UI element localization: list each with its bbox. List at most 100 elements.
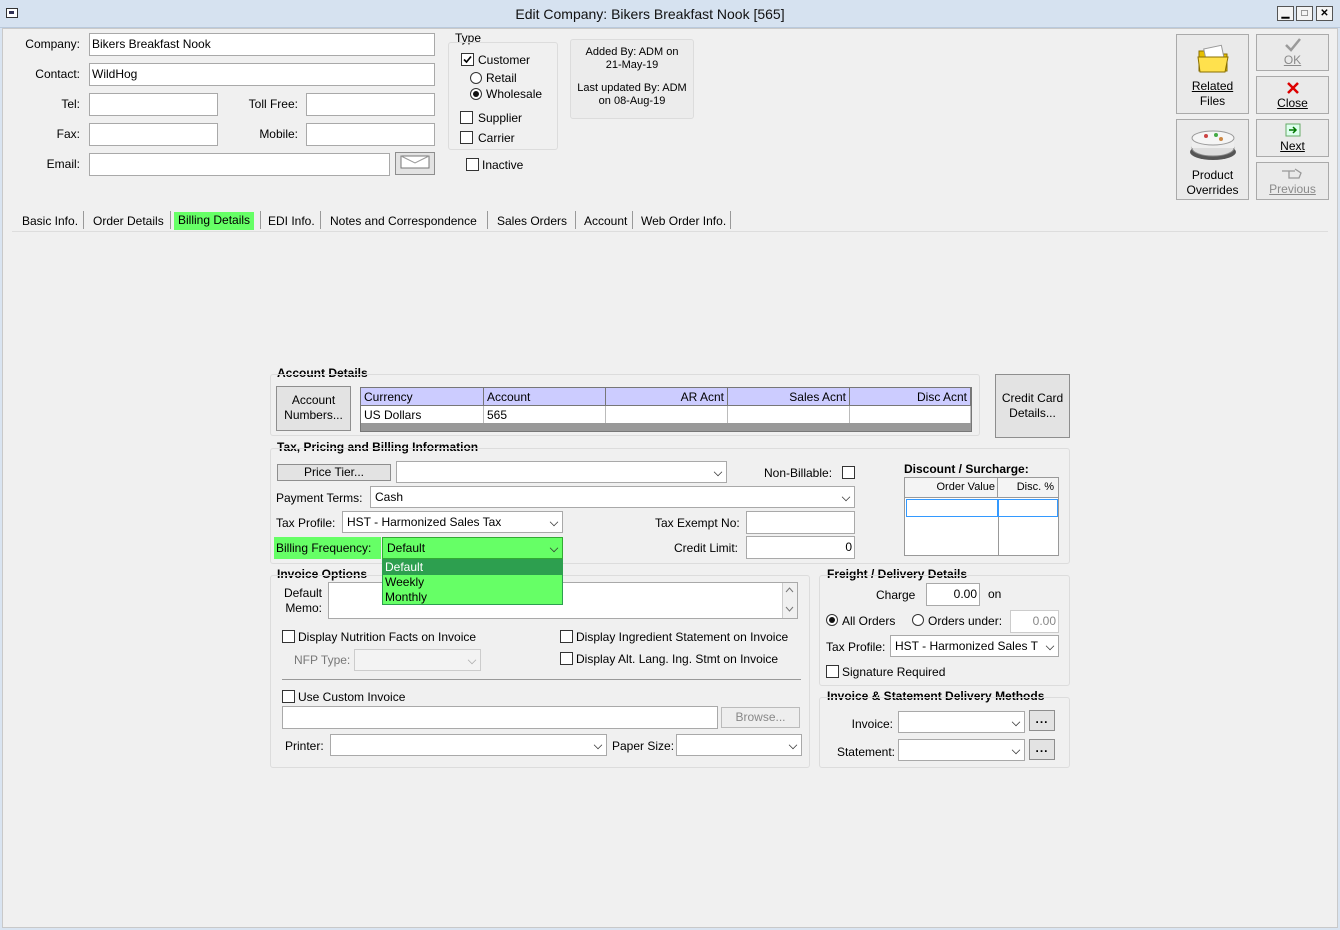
custom-invoice-checkbox[interactable]: [282, 690, 295, 703]
chevron-down-icon: [1011, 745, 1021, 755]
tab-notes[interactable]: Notes and Correspondence: [326, 211, 481, 231]
tab-web-order-info[interactable]: Web Order Info.: [637, 211, 730, 231]
tab-separator: [632, 211, 633, 229]
signature-required-checkbox[interactable]: [826, 665, 839, 678]
paper-size-select[interactable]: [676, 734, 802, 756]
grid-cell-sales-acnt[interactable]: [728, 406, 850, 423]
statement-delivery-more-button[interactable]: ...: [1029, 739, 1055, 760]
tab-account[interactable]: Account: [580, 211, 631, 231]
customer-checkbox[interactable]: [461, 53, 474, 66]
grid-cell-ar-acnt[interactable]: [606, 406, 728, 423]
on-label: on: [988, 587, 1002, 601]
wholesale-radio[interactable]: [470, 88, 482, 100]
related-files-button[interactable]: Related Files: [1176, 34, 1249, 114]
discount-cell-disc-pct[interactable]: [998, 499, 1058, 517]
chevron-down-icon: [549, 543, 559, 553]
tollfree-input[interactable]: [306, 93, 435, 116]
billing-frequency-option-weekly[interactable]: Weekly: [383, 575, 562, 590]
carrier-checkbox[interactable]: [460, 131, 473, 144]
chevron-down-icon: [1011, 717, 1021, 727]
all-orders-label: All Orders: [842, 614, 896, 628]
discount-col-disc-pct: Disc. %: [998, 478, 1058, 498]
tax-exempt-input[interactable]: [746, 511, 855, 534]
credit-limit-input[interactable]: 0: [746, 536, 855, 559]
tab-sales-orders[interactable]: Sales Orders: [493, 211, 571, 231]
ok-button[interactable]: OK: [1256, 34, 1329, 71]
ingredient-statement-checkbox[interactable]: [560, 630, 573, 643]
credit-card-details-button[interactable]: Credit Card Details...: [995, 374, 1070, 438]
retail-radio[interactable]: [470, 72, 482, 84]
email-label: Email:: [46, 157, 80, 171]
email-input[interactable]: [89, 153, 390, 176]
maximize-button[interactable]: □: [1296, 6, 1313, 21]
billing-frequency-select[interactable]: Default: [382, 537, 563, 559]
invoice-divider: [282, 679, 801, 680]
memo-scrollbar[interactable]: [782, 583, 797, 618]
freight-charge-input[interactable]: 0.00: [926, 583, 980, 606]
tab-edi-info[interactable]: EDI Info.: [264, 211, 319, 231]
close-window-button[interactable]: ✕: [1316, 6, 1333, 21]
discount-cell-order-value[interactable]: [906, 499, 998, 517]
wholesale-label: Wholesale: [486, 87, 543, 101]
company-label: Company:: [25, 37, 80, 51]
default-memo-label: Default Memo:: [276, 586, 322, 616]
next-arrow-icon: [1285, 123, 1300, 137]
inactive-label: Inactive: [482, 158, 524, 172]
account-numbers-label-1: Account: [291, 393, 336, 407]
previous-button[interactable]: Previous: [1256, 162, 1329, 200]
billing-frequency-option-monthly[interactable]: Monthly: [383, 590, 562, 605]
custom-invoice-path-input[interactable]: [282, 706, 718, 729]
nfp-type-select[interactable]: [354, 649, 481, 671]
tax-profile-label: Tax Profile:: [276, 516, 336, 530]
tab-separator: [575, 211, 576, 229]
audit-info: Added By: ADM on 21-May-19 Last updated …: [570, 46, 694, 108]
nutrition-facts-checkbox[interactable]: [282, 630, 295, 643]
contact-input[interactable]: WildHog: [89, 63, 435, 86]
statement-delivery-select[interactable]: [898, 739, 1025, 761]
send-email-button[interactable]: [395, 152, 435, 175]
invoice-delivery-more-button[interactable]: ...: [1029, 710, 1055, 731]
cake-icon: [1189, 130, 1236, 160]
window-title: Edit Company: Bikers Breakfast Nook [565…: [515, 6, 785, 22]
close-button[interactable]: Close: [1256, 76, 1329, 114]
non-billable-checkbox[interactable]: [842, 466, 855, 479]
tab-order-details[interactable]: Order Details: [89, 211, 168, 231]
freight-tax-profile-select[interactable]: HST - Harmonized Sales T: [890, 635, 1059, 657]
inactive-checkbox[interactable]: [466, 158, 479, 171]
billing-frequency-option-default[interactable]: Default: [383, 560, 562, 575]
product-overrides-button[interactable]: Product Overrides: [1176, 119, 1249, 200]
orders-under-radio[interactable]: [912, 614, 924, 626]
grid-header-disc-acnt: Disc Acnt: [850, 388, 971, 406]
tab-billing-details[interactable]: Billing Details: [174, 212, 255, 230]
grid-cell-currency[interactable]: US Dollars: [361, 406, 484, 423]
invoice-delivery-select[interactable]: [898, 711, 1025, 733]
tab-basic-info[interactable]: Basic Info.: [18, 211, 82, 231]
grid-header-sales-acnt: Sales Acnt: [728, 388, 850, 406]
chevron-down-icon: [593, 740, 603, 750]
payment-terms-select[interactable]: Cash: [370, 486, 855, 508]
printer-select[interactable]: [330, 734, 607, 756]
minimize-button[interactable]: ▁: [1277, 6, 1294, 21]
company-input[interactable]: Bikers Breakfast Nook: [89, 33, 435, 56]
account-numbers-button[interactable]: Account Numbers...: [276, 386, 351, 431]
all-orders-radio[interactable]: [826, 614, 838, 626]
tax-profile-value: HST - Harmonized Sales Tax: [347, 515, 502, 529]
chevron-down-icon: [467, 655, 477, 665]
signature-required-label: Signature Required: [842, 665, 946, 679]
alt-lang-checkbox[interactable]: [560, 652, 573, 665]
grid-cell-disc-acnt[interactable]: [850, 406, 971, 423]
fax-input[interactable]: [89, 123, 218, 146]
browse-button[interactable]: Browse...: [721, 707, 800, 728]
tab-separator: [320, 211, 321, 229]
tax-profile-select[interactable]: HST - Harmonized Sales Tax: [342, 511, 563, 533]
mobile-input[interactable]: [306, 123, 435, 146]
price-tier-button[interactable]: Price Tier...: [277, 464, 391, 481]
supplier-checkbox[interactable]: [460, 111, 473, 124]
payment-terms-value: Cash: [375, 490, 404, 504]
orders-under-input[interactable]: 0.00: [1010, 610, 1059, 633]
tel-input[interactable]: [89, 93, 218, 116]
next-button[interactable]: Next: [1256, 119, 1329, 157]
price-tier-select[interactable]: [396, 461, 727, 483]
grid-cell-account[interactable]: 565: [484, 406, 606, 423]
alt-lang-label: Display Alt. Lang. Ing. Stmt on Invoice: [576, 652, 779, 666]
